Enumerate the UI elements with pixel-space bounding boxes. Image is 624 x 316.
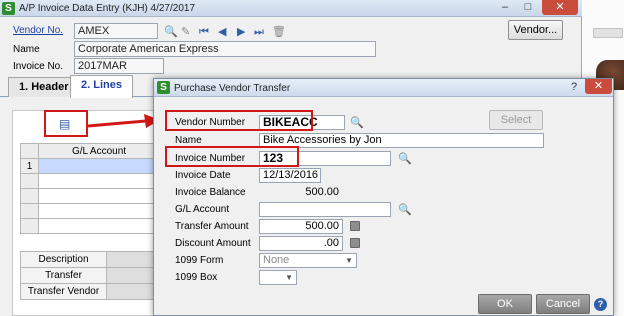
form-1099-value: None [263, 254, 290, 266]
annotation-box-invoice-number [165, 146, 299, 167]
chevron-down-icon: ▼ [285, 273, 293, 282]
background-tile [593, 28, 623, 38]
close-button[interactable]: ✕ [542, 0, 578, 15]
transfer-vendor-label: Transfer Vendor [20, 283, 107, 300]
maximize-button[interactable]: □ [517, 0, 539, 15]
box-1099-select[interactable]: ▼ [259, 270, 297, 285]
grid-cell[interactable] [38, 203, 160, 219]
description-value[interactable] [106, 251, 160, 268]
transfer-vendor-value[interactable] [106, 283, 160, 300]
vendor-button[interactable]: Vendor... [508, 20, 563, 40]
grid-cell[interactable] [38, 173, 160, 189]
name-label: Name [13, 44, 40, 55]
annotation-arrow [88, 114, 160, 128]
tab-lines[interactable]: 2. Lines [70, 75, 133, 98]
invoice-date-field[interactable]: 12/13/2016 [259, 168, 321, 183]
grid-cell[interactable] [38, 218, 160, 234]
first-record-icon[interactable]: ⏮ [199, 26, 209, 38]
select-button[interactable]: Select [489, 110, 543, 130]
last-record-icon[interactable]: ⏭ [254, 26, 264, 38]
gl-account-cell[interactable] [38, 158, 160, 174]
copy-icon[interactable]: ✎ [181, 26, 190, 38]
row-number [20, 203, 39, 219]
vendor-no-field[interactable]: AMEX [74, 23, 158, 39]
row-number [20, 188, 39, 204]
dialog-titlebar: S Purchase Vendor Transfer ? ✕ [154, 79, 613, 97]
description-label: Description [20, 251, 107, 268]
invoice-entry-titlebar: S A/P Invoice Data Entry (KJH) 4/27/2017… [0, 0, 582, 17]
sage-app-icon: S [157, 81, 170, 94]
dialog-close-button[interactable]: ✕ [585, 79, 612, 94]
gl-account-label: G/L Account [175, 204, 230, 215]
dialog-name-label: Name [175, 135, 202, 146]
row-number [20, 218, 39, 234]
search-icon[interactable]: 🔍 [398, 153, 412, 165]
grid-cell[interactable] [38, 188, 160, 204]
invoice-no-field[interactable]: 2017MAR [74, 58, 164, 74]
form-1099-label: 1099 Form [175, 255, 224, 266]
gl-account-column-header: G/L Account [38, 143, 160, 159]
vendor-no-label[interactable]: Vendor No. [13, 25, 63, 36]
annotation-box-vendor-number [165, 110, 313, 131]
annotation-arrow-shaft [88, 119, 147, 128]
calculator-icon[interactable] [350, 221, 360, 231]
invoice-no-label: Invoice No. [13, 61, 64, 72]
dialog-name-field[interactable]: Bike Accessories by Jon [259, 133, 544, 148]
invoice-date-label: Invoice Date [175, 170, 231, 181]
calculator-icon[interactable] [350, 238, 360, 248]
row-number [20, 173, 39, 189]
search-icon[interactable]: 🔍 [164, 26, 178, 38]
dialog-title: Purchase Vendor Transfer [174, 83, 291, 94]
line-details-table: Description Transfer Transfer Vendor [20, 251, 160, 300]
transfer-value[interactable] [106, 267, 160, 284]
form-1099-select[interactable]: None ▼ [259, 253, 357, 268]
discount-amount-field[interactable]: .00 [259, 236, 343, 251]
minimize-button[interactable]: – [494, 0, 516, 15]
cancel-button[interactable]: Cancel [536, 294, 590, 314]
ok-button[interactable]: OK [478, 294, 532, 314]
delete-icon[interactable]: 🗑 [272, 26, 286, 38]
help-icon[interactable]: ? [594, 298, 607, 311]
search-icon[interactable]: 🔍 [350, 117, 364, 129]
previous-record-icon[interactable]: ◀ [218, 26, 226, 38]
next-record-icon[interactable]: ▶ [237, 26, 245, 38]
transfer-amount-field[interactable]: 500.00 [259, 219, 343, 234]
window-title: A/P Invoice Data Entry (KJH) 4/27/2017 [19, 3, 196, 14]
invoice-balance-value: 500.00 [259, 185, 343, 200]
grid-corner [20, 143, 39, 159]
box-1099-label: 1099 Box [175, 272, 218, 283]
search-icon[interactable]: 🔍 [398, 204, 412, 216]
annotation-box-memo [44, 110, 88, 137]
sage-app-icon: S [2, 2, 15, 15]
discount-amount-label: Discount Amount [175, 238, 251, 249]
invoice-balance-label: Invoice Balance [175, 187, 246, 198]
row-number: 1 [20, 158, 39, 174]
gl-account-field[interactable] [259, 202, 391, 217]
help-button[interactable]: ? [564, 80, 584, 95]
tab-header[interactable]: 1. Header [8, 77, 80, 97]
name-field[interactable]: Corporate American Express [74, 41, 376, 57]
transfer-label: Transfer [20, 267, 107, 284]
transfer-amount-label: Transfer Amount [175, 221, 249, 232]
lines-grid: G/L Account 1 [20, 143, 160, 234]
chevron-down-icon: ▼ [345, 256, 353, 265]
